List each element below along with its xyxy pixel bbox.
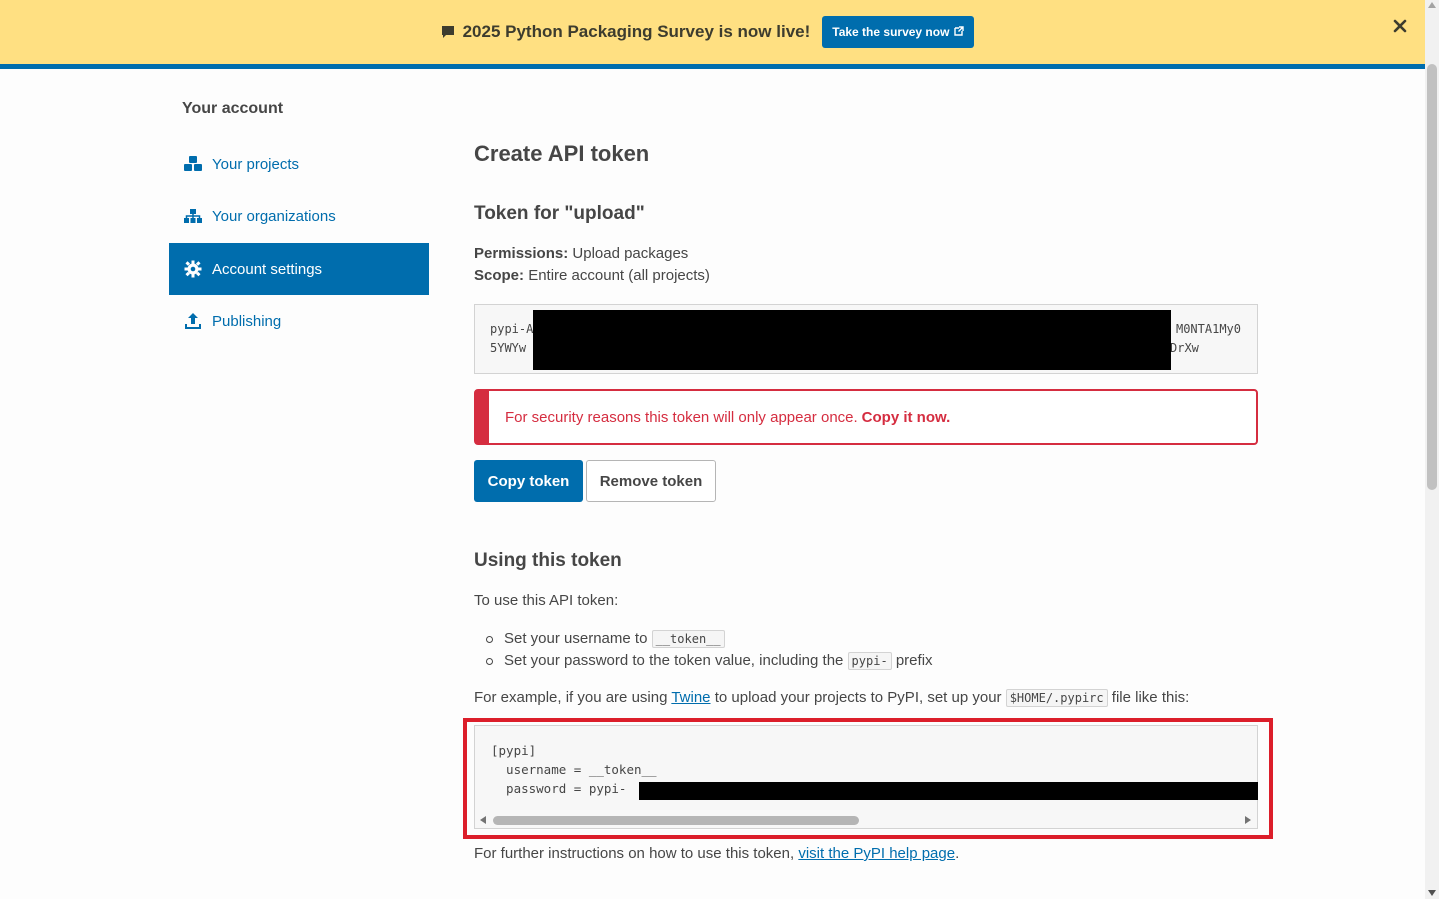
bullet-text: Set your password to the token value, in…: [504, 652, 844, 669]
sidebar-item-publishing[interactable]: Publishing: [169, 295, 429, 347]
twine-link[interactable]: Twine: [671, 689, 710, 706]
bullet-suffix: prefix: [895, 652, 933, 669]
scroll-right-arrow[interactable]: [1245, 816, 1251, 824]
code-line: password = pypi-: [491, 781, 627, 796]
cubes-icon: [183, 154, 203, 174]
sidebar-item-label: Your organizations: [212, 207, 336, 225]
example-suffix: file like this:: [1111, 689, 1190, 706]
take-survey-label: Take the survey now: [832, 25, 950, 39]
example-paragraph: For example, if you are using Twine to u…: [474, 689, 1190, 707]
permissions-label: Permissions:: [474, 245, 569, 262]
pypirc-code: $HOME/.pypirc: [1005, 689, 1108, 707]
header-divider: [0, 64, 1425, 69]
alert-text: For security reasons this token will onl…: [505, 408, 858, 426]
copy-token-button[interactable]: Copy token: [474, 460, 583, 502]
bullet-text: Set your username to: [504, 630, 648, 647]
pypirc-code-block[interactable]: [pypi] username = __token__ password = p…: [474, 725, 1258, 829]
scope-label: Scope:: [474, 267, 525, 284]
remove-token-button[interactable]: Remove token: [586, 460, 716, 502]
instructions-list: Set your username to __token__ Set your …: [474, 628, 933, 672]
security-alert: For security reasons this token will onl…: [474, 389, 1258, 445]
using-intro: To use this API token:: [474, 592, 619, 609]
scope-line: Scope: Entire account (all projects): [474, 267, 710, 284]
username-code: __token__: [651, 630, 725, 648]
pypi-help-link[interactable]: visit the PyPI help page: [798, 845, 955, 862]
code-line: username = __token__: [491, 762, 657, 777]
token-line2-start: 5YWYw: [490, 341, 527, 355]
scroll-left-arrow[interactable]: [480, 816, 486, 824]
scrollbar-thumb[interactable]: [1427, 64, 1437, 490]
upload-icon: [183, 311, 203, 331]
close-icon[interactable]: [1391, 17, 1409, 35]
scroll-down-arrow[interactable]: [1428, 890, 1436, 896]
sidebar-title: Your account: [182, 100, 284, 117]
sidebar-item-your-organizations[interactable]: Your organizations: [169, 190, 429, 242]
external-link-icon: [954, 25, 965, 39]
footer-suffix: .: [955, 845, 960, 862]
prefix-code: pypi-: [847, 652, 892, 670]
sidebar-item-label: Account settings: [212, 260, 323, 278]
footer-prefix: For further instructions on how to use t…: [474, 845, 795, 862]
sidebar-item-label: Publishing: [212, 312, 282, 330]
sidebar-item-account-settings[interactable]: Account settings: [169, 243, 429, 295]
sidebar-item-your-projects[interactable]: Your projects: [169, 138, 429, 190]
token-line2-end: DrXw: [1170, 341, 1199, 355]
token-line1-end: M0NTA1My0: [1175, 322, 1241, 336]
code-line: [pypi]: [491, 743, 537, 758]
scroll-up-arrow[interactable]: [1428, 2, 1436, 8]
banner-text: 2025 Python Packaging Survey is now live…: [462, 22, 811, 41]
token-value-box[interactable]: pypi-A M0NTA1My0 5YWYw DrXw: [474, 304, 1258, 374]
sidebar-item-label: Your projects: [212, 155, 299, 173]
list-item: Set your username to __token__: [474, 628, 933, 650]
list-item: Set your password to the token value, in…: [474, 650, 933, 672]
redaction-block: [533, 310, 1171, 370]
page-scrollbar[interactable]: [1425, 0, 1439, 899]
scope-value: Entire account (all projects): [528, 267, 710, 284]
example-mid: to upload your projects to PyPI, set up …: [714, 689, 1002, 706]
permissions-value: Upload packages: [572, 245, 689, 262]
example-prefix: For example, if you are using: [474, 689, 668, 706]
redaction-block: [639, 782, 1258, 800]
using-token-heading: Using this token: [474, 550, 622, 571]
token-line1-start: pypi-A: [490, 322, 534, 336]
sitemap-icon: [183, 206, 203, 226]
permissions-line: Permissions: Upload packages: [474, 245, 688, 262]
page-title: Create API token: [474, 141, 650, 166]
horizontal-scrollbar-thumb[interactable]: [493, 816, 859, 825]
gear-icon: [183, 259, 203, 279]
footer-paragraph: For further instructions on how to use t…: [474, 845, 959, 862]
token-heading: Token for "upload": [474, 203, 645, 224]
alert-emphasis: Copy it now.: [861, 408, 951, 426]
take-survey-button[interactable]: Take the survey now: [822, 16, 975, 48]
survey-banner: 2025 Python Packaging Survey is now live…: [0, 0, 1425, 64]
comment-icon: [441, 25, 455, 39]
